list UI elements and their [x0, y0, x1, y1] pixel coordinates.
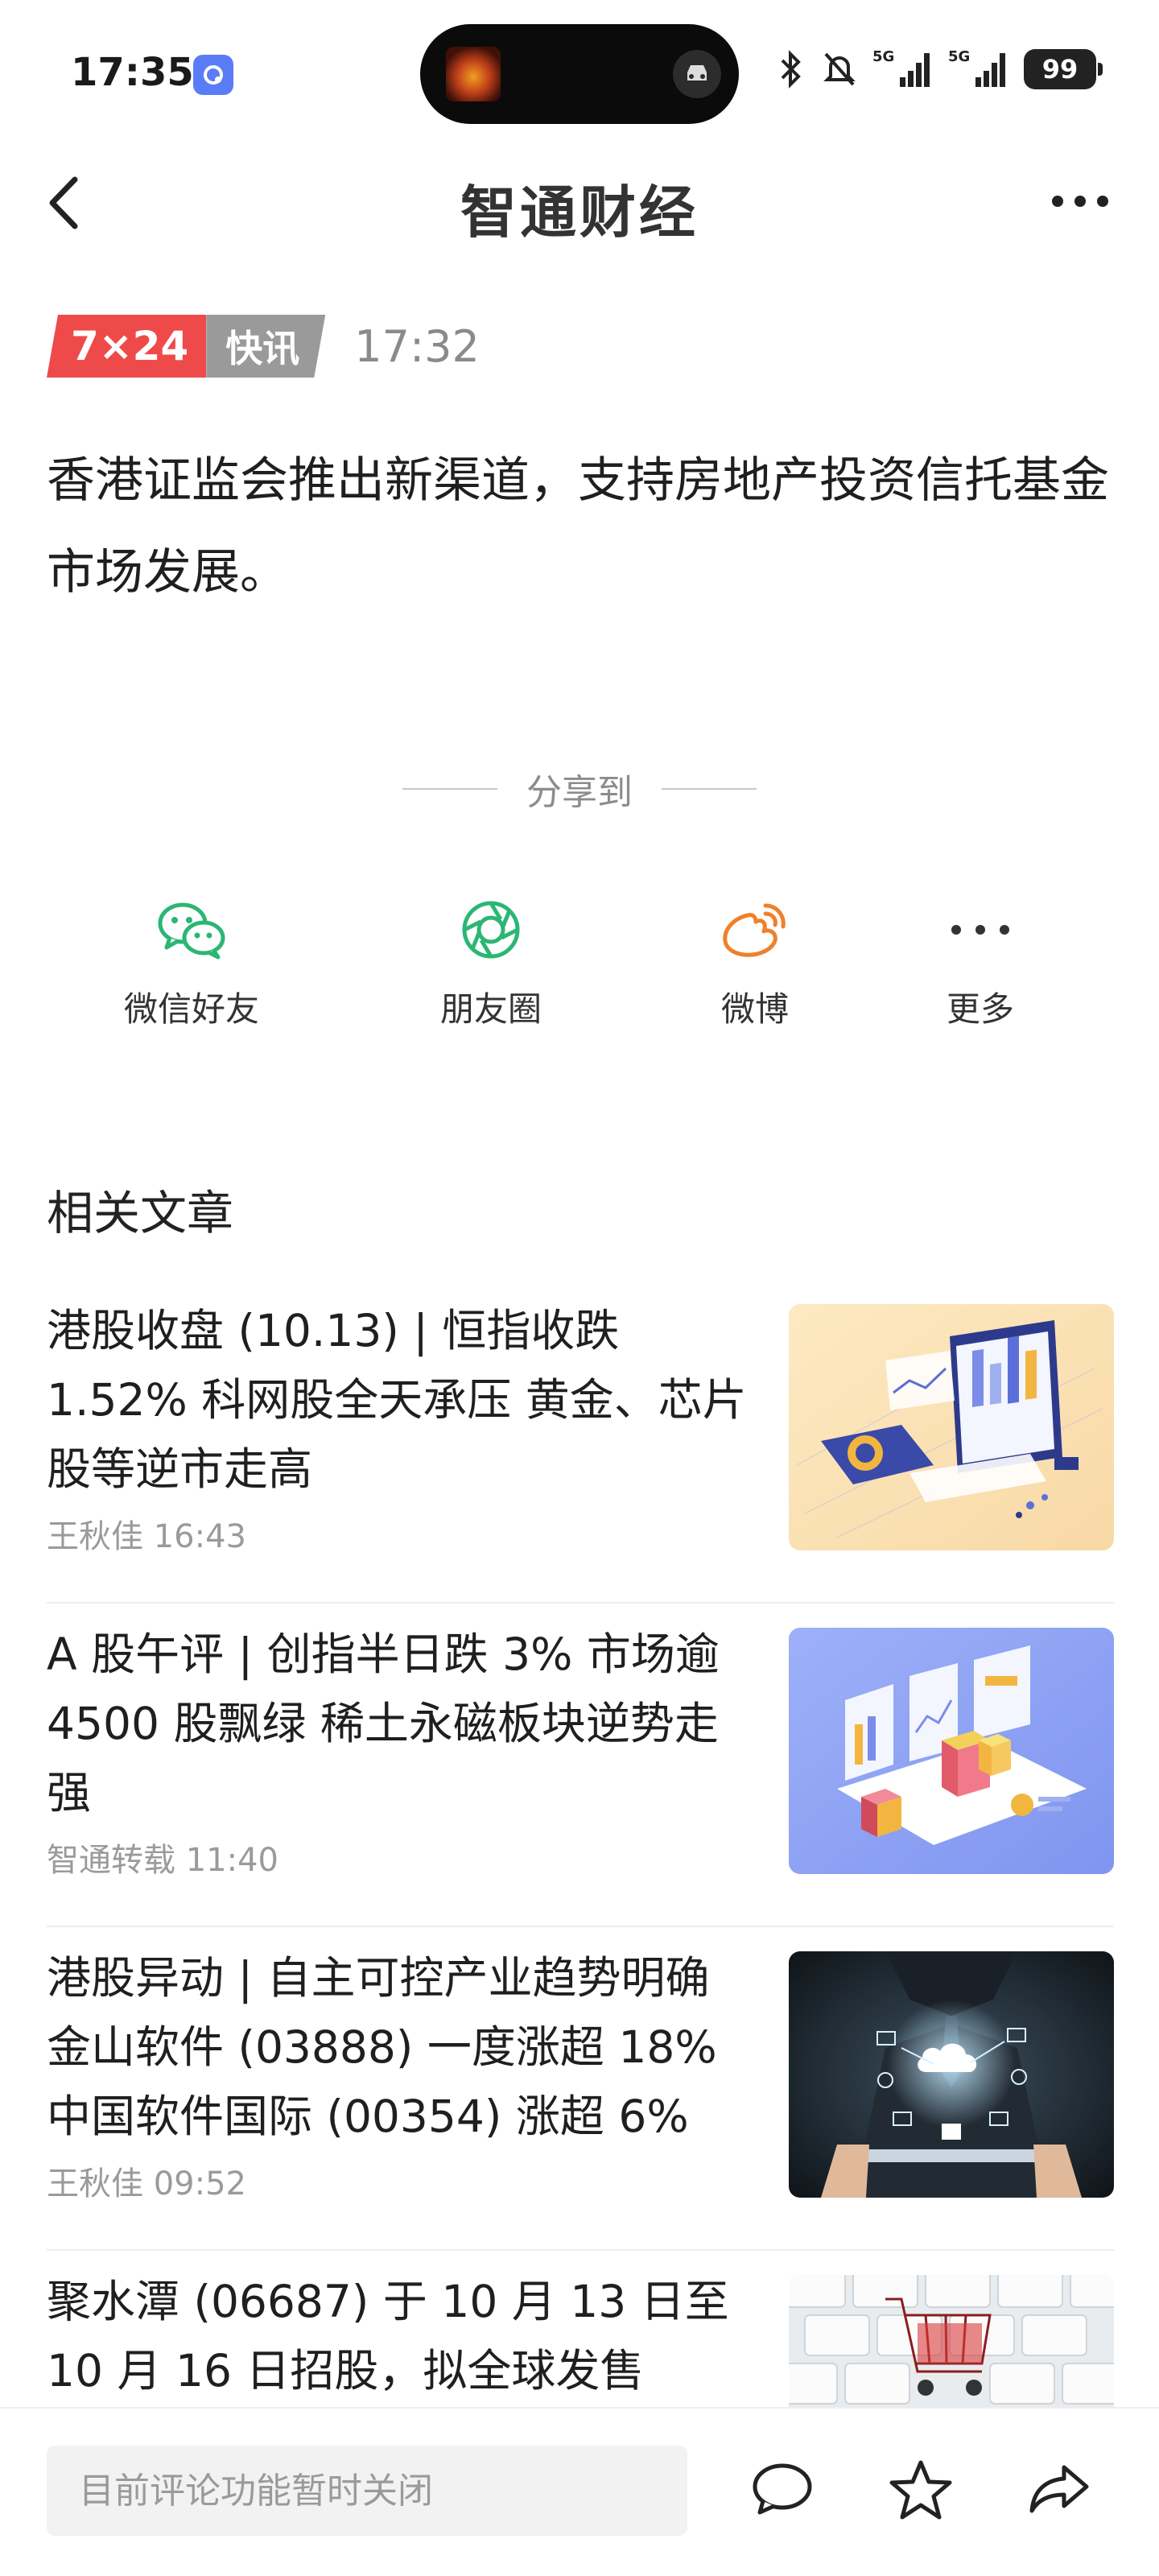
divider	[47, 2249, 1114, 2251]
flash-news-header: 7×24 快讯 17:32	[47, 314, 480, 378]
article-thumbnail	[789, 1304, 1114, 1550]
share-item-label: 更多	[946, 989, 1014, 1029]
favorite-button[interactable]	[881, 2449, 961, 2529]
game-thumbnail-icon	[446, 47, 501, 101]
article-meta: 智通转载 11:40	[47, 1834, 755, 1880]
share-moments-button[interactable]: 朋友圈	[386, 886, 596, 1031]
bluetooth-icon	[774, 49, 806, 89]
article-thumbnail	[789, 2275, 1114, 2407]
svg-text:5G: 5G	[948, 48, 970, 65]
share-item-label: 微信好友	[123, 989, 259, 1029]
nav-header: 智通财经	[0, 145, 1159, 258]
share-arrow-icon	[1029, 2465, 1089, 2513]
dynamic-island[interactable]	[420, 24, 739, 124]
article-text: 港股收盘 (10.13) | 恒指收跌 1.52% 科网股全天承压 黄金、芯片股…	[47, 1296, 755, 1557]
article-time: 11:40	[185, 1842, 278, 1879]
status-time: 17:35	[71, 50, 194, 95]
article-text: 聚水潭 (06687) 于 10 月 13 日至 10 月 16 日招股，拟全球…	[47, 2267, 755, 2405]
star-icon	[889, 2460, 952, 2520]
share-wechat-button[interactable]: 微信好友	[87, 886, 296, 1031]
share-weibo-button[interactable]: 微博	[650, 886, 860, 1031]
article-text: 港股异动 | 自主可控产业趋势明确 金山软件 (03888) 一度涨超 18% …	[47, 1943, 755, 2204]
article-item[interactable]: 港股收盘 (10.13) | 恒指收跌 1.52% 科网股全天承压 黄金、芯片股…	[47, 1296, 1114, 1618]
share-more-button[interactable]: 更多	[876, 886, 1085, 1031]
divider-line	[402, 788, 497, 790]
divider-line	[662, 788, 757, 790]
article-item[interactable]: 聚水潭 (06687) 于 10 月 13 日至 10 月 16 日招股，拟全球…	[47, 2267, 1114, 2407]
share-item-label: 微博	[720, 989, 789, 1029]
share-divider: 分享到	[0, 757, 1159, 821]
flash-badge-7x24: 7×24	[47, 315, 207, 378]
article-title: 港股收盘 (10.13) | 恒指收跌 1.52% 科网股全天承压 黄金、芯片股…	[47, 1305, 747, 1495]
signal-5g-icon-2: 5G	[948, 47, 1009, 92]
flash-badge-kuaixun: 快讯	[206, 315, 325, 378]
divider	[47, 1602, 1114, 1604]
comment-button[interactable]	[742, 2449, 823, 2529]
moments-icon	[386, 886, 596, 974]
comment-icon	[753, 2463, 812, 2515]
related-articles-title: 相关文章	[47, 1186, 234, 1241]
share-item-label: 朋友圈	[439, 989, 542, 1029]
page-title: 智通财经	[460, 179, 699, 246]
article-author: 王秋佳	[47, 1518, 143, 1555]
notification-app-icon	[193, 55, 233, 95]
status-bar: 17:35 5G 5G 99	[0, 0, 1159, 145]
comment-input[interactable]	[47, 2446, 687, 2536]
more-dot-icon	[1052, 196, 1063, 207]
article-author: 王秋佳	[47, 2165, 143, 2202]
svg-text:5G: 5G	[872, 48, 894, 65]
flash-badge: 7×24 快讯	[47, 315, 325, 378]
more-dot-icon	[1097, 196, 1108, 207]
article-author: 智通转载	[47, 1842, 175, 1879]
article-thumbnail	[789, 1628, 1114, 1874]
share-label: 分享到	[526, 772, 633, 813]
flash-time: 17:32	[354, 320, 480, 372]
wechat-icon	[87, 886, 296, 974]
mute-bell-icon	[821, 49, 858, 89]
news-headline: 香港证监会推出新渠道，支持房地产投资信托基金市场发展。	[47, 452, 1109, 601]
article-item[interactable]: 港股异动 | 自主可控产业趋势明确 金山软件 (03888) 一度涨超 18% …	[47, 1943, 1114, 2265]
more-icon	[876, 886, 1085, 974]
article-meta: 王秋佳 16:43	[47, 1510, 755, 1557]
article-meta: 王秋佳 09:52	[47, 2157, 755, 2204]
article-title: 港股异动 | 自主可控产业趋势明确 金山软件 (03888) 一度涨超 18% …	[47, 1952, 717, 2142]
bottom-bar	[0, 2407, 1159, 2576]
article-thumbnail	[789, 1951, 1114, 2198]
article-time: 16:43	[153, 1518, 246, 1555]
more-dot-icon	[1074, 196, 1086, 207]
article-item[interactable]: A 股午评 | 创指半日跌 3% 市场逾 4500 股飘绿 稀土永磁板块逆势走强…	[47, 1620, 1114, 1942]
article-text: A 股午评 | 创指半日跌 3% 市场逾 4500 股飘绿 稀土永磁板块逆势走强…	[47, 1620, 755, 1880]
article-title: A 股午评 | 创指半日跌 3% 市场逾 4500 股飘绿 稀土永磁板块逆势走强	[47, 1629, 720, 1818]
divider	[47, 1926, 1114, 1927]
status-icons: 5G 5G 99	[774, 47, 1103, 92]
article-title: 聚水潭 (06687) 于 10 月 13 日至 10 月 16 日招股，拟全球…	[47, 2276, 729, 2396]
more-options-button[interactable]	[1040, 169, 1120, 233]
battery-indicator: 99	[1024, 49, 1103, 89]
signal-5g-icon-1: 5G	[872, 47, 934, 92]
share-row: 微信好友 朋友圈 微博 更多	[0, 886, 1159, 1046]
article-time: 09:52	[153, 2165, 246, 2202]
car-icon	[673, 50, 721, 98]
share-button[interactable]	[1019, 2449, 1099, 2529]
weibo-icon	[650, 886, 860, 974]
